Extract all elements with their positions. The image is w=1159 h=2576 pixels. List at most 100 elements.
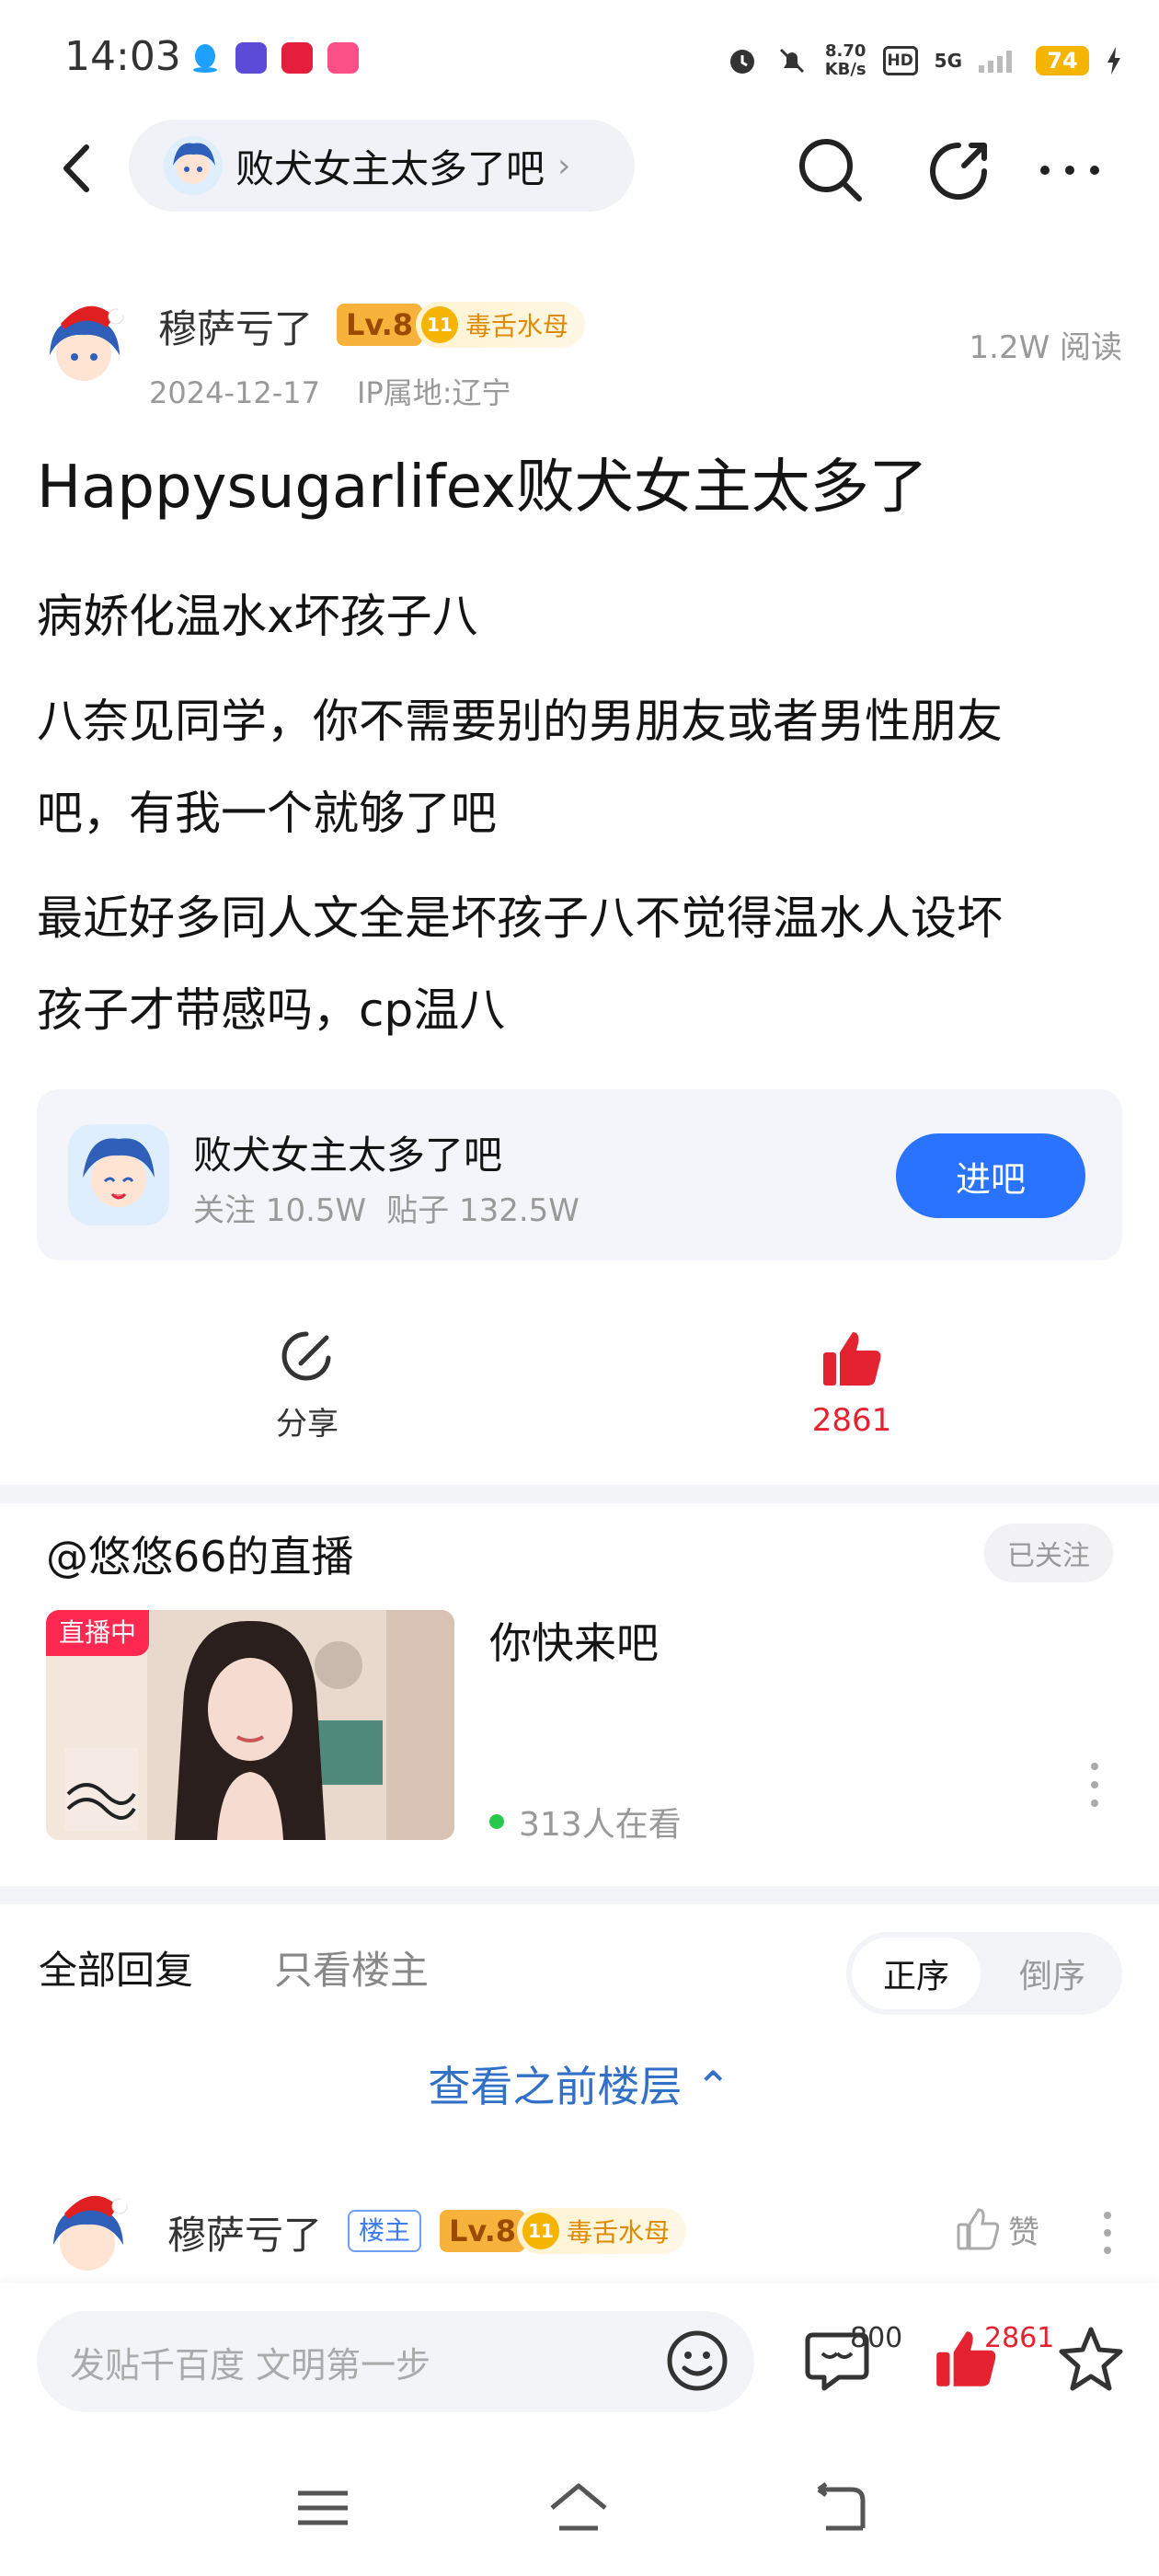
order-asc-option[interactable]: 正序 <box>852 1938 981 2009</box>
live-description[interactable]: 你快来吧 <box>489 1610 659 1671</box>
tab-host-only[interactable]: 只看楼主 <box>274 1939 429 1995</box>
author-name[interactable]: 穆萨亏了 <box>158 298 313 354</box>
back-arrow-icon <box>63 144 89 192</box>
tieba-app-icon <box>235 42 267 74</box>
system-nav-bar <box>0 2440 1159 2576</box>
post-meta: 2024-12-17 IP属地:辽宁 <box>149 370 511 412</box>
more-vertical-icon <box>1091 1763 1098 1807</box>
post-paragraph: 最近好多同人文全是坏孩子八不觉得温水人设坏 <box>37 891 1003 945</box>
home-icon <box>550 2483 607 2531</box>
title-badge: 11 毒舌水母 <box>517 2208 687 2254</box>
medal-icon: 11 <box>421 306 458 343</box>
view-previous-floors[interactable]: 查看之前楼层 ⌃ <box>0 2053 1159 2114</box>
search-icon <box>799 139 862 201</box>
live-viewer-count: 313人在看 <box>519 1806 682 1844</box>
search-button[interactable] <box>789 129 872 212</box>
thumbs-up-icon <box>823 1332 881 1386</box>
alarm-icon <box>729 50 754 74</box>
post-paragraph: 吧，有我一个就够了吧 <box>37 787 497 840</box>
tab-all-replies[interactable]: 全部回复 <box>39 1939 193 1995</box>
emoji-button[interactable] <box>662 2326 732 2396</box>
back-nav-icon <box>817 2482 866 2531</box>
status-time: 14:03 <box>64 33 181 80</box>
xiaohongshu-app-icon <box>281 42 313 74</box>
reply-author-avatar[interactable] <box>37 2186 138 2287</box>
title-badge-text: 毒舌水母 <box>567 2217 671 2248</box>
reply-like-button[interactable]: 赞 <box>955 2206 1039 2252</box>
followed-button[interactable]: 已关注 <box>984 1524 1113 1582</box>
post-paragraph: 孩子才带感吗，cp温八 <box>37 983 506 1037</box>
mute-icon <box>779 48 804 74</box>
chevron-right-icon: › <box>557 146 571 185</box>
forum-card[interactable]: 败犬女主太多了吧 关注 10.5W 贴子 132.5W 进吧 <box>37 1089 1122 1260</box>
forum-avatar <box>164 136 223 195</box>
thumbs-up-outline-icon <box>957 2208 1000 2250</box>
share-action[interactable]: 分享 <box>215 1325 399 1443</box>
like-action[interactable]: 2861 <box>760 1325 944 1439</box>
post-date: 2024-12-17 <box>149 375 320 410</box>
bilibili-app-icon <box>327 42 359 74</box>
bottom-like-count: 2861 <box>984 2322 1055 2354</box>
forum-followers: 关注 10.5W <box>193 1192 367 1229</box>
live-tag: 直播中 <box>46 1610 150 1656</box>
share-nav-button[interactable] <box>918 129 1001 212</box>
live-thumbnail[interactable]: 直播中 <box>46 1610 454 1840</box>
reply-author-name[interactable]: 穆萨亏了 <box>167 2204 322 2260</box>
author-avatar[interactable] <box>33 296 134 397</box>
signal-5g: 5G <box>934 50 962 72</box>
live-dot-icon <box>489 1814 504 1829</box>
post-paragraph: 八奈见同学，你不需要别的男朋友或者男性朋友 <box>37 695 1003 748</box>
network-speed: 8.70 KB/s <box>824 41 866 79</box>
more-vertical-icon <box>1104 2212 1111 2254</box>
back-button[interactable] <box>46 136 110 201</box>
share-label: 分享 <box>276 1406 339 1443</box>
bottom-action-bar: 发贴千百度 文明第一步 800 2861 <box>0 2283 1159 2440</box>
post-paragraph: 病娇化温水x坏孩子八 <box>37 590 478 643</box>
section-divider <box>0 1485 1159 1503</box>
charging-icon <box>1107 47 1120 75</box>
signal-bars-icon <box>979 51 1012 73</box>
status-indicators: 8.70 KB/s HD 5G 74 <box>726 35 1122 86</box>
hd-indicator: HD <box>882 46 918 75</box>
post-ip: IP属地:辽宁 <box>356 375 511 410</box>
reply-more-button[interactable] <box>1098 2210 1117 2256</box>
post-body: 病娇化温水x坏孩子八 八奈见同学，你不需要别的男朋友或者男性朋友 吧，有我一个就… <box>37 570 1141 1056</box>
level-badge: Lv.8 <box>337 304 423 346</box>
forum-card-name: 败犬女主太多了吧 <box>193 1133 503 1178</box>
host-badge: 楼主 <box>348 2210 422 2252</box>
order-desc-option[interactable]: 倒序 <box>988 1938 1117 2009</box>
emoji-icon <box>667 2330 728 2391</box>
comment-input[interactable]: 发贴千百度 文明第一步 <box>37 2311 754 2412</box>
post-title: Happysugarlifex败犬女主太多了 <box>37 454 928 522</box>
more-options-button[interactable] <box>1028 129 1111 212</box>
status-bar: 14:03 8.70 KB/s HD 5G 74 <box>0 0 1159 120</box>
share-icon <box>281 1331 331 1381</box>
forum-posts: 贴子 132.5W <box>386 1192 580 1229</box>
menu-icon <box>298 2490 348 2525</box>
enter-forum-button[interactable]: 进吧 <box>896 1133 1085 1218</box>
comment-count: 800 <box>850 2322 903 2354</box>
favorite-button[interactable] <box>1056 2324 1126 2398</box>
title-badge-text: 毒舌水母 <box>465 311 569 341</box>
share-icon <box>930 143 987 200</box>
home-button[interactable] <box>546 2480 611 2536</box>
star-icon <box>1059 2327 1123 2391</box>
forum-card-avatar <box>68 1124 169 1225</box>
live-more-button[interactable] <box>1085 1757 1104 1812</box>
reply-like-label: 赞 <box>1008 2214 1039 2251</box>
back-nav-button[interactable] <box>806 2480 870 2536</box>
forum-name: 败犬女主太多了吧 <box>235 145 545 191</box>
title-badge: 11 毒舌水母 <box>416 302 586 348</box>
qq-app-icon <box>189 42 221 74</box>
order-toggle: 正序 倒序 <box>846 1932 1122 2015</box>
forum-pill[interactable]: 败犬女主太多了吧 › <box>129 120 635 212</box>
top-nav: 败犬女主太多了吧 › <box>0 120 1159 221</box>
read-count: 1.2W 阅读 <box>969 329 1123 366</box>
live-title[interactable]: @悠悠66的直播 <box>46 1524 354 1584</box>
more-horizontal-icon <box>1040 166 1099 175</box>
live-viewers: 313人在看 <box>489 1798 682 1846</box>
menu-button[interactable] <box>291 2480 355 2536</box>
medal-icon: 11 <box>522 2213 559 2249</box>
like-count: 2861 <box>811 1402 892 1439</box>
forum-card-stats: 关注 10.5W 贴子 132.5W <box>193 1185 580 1230</box>
